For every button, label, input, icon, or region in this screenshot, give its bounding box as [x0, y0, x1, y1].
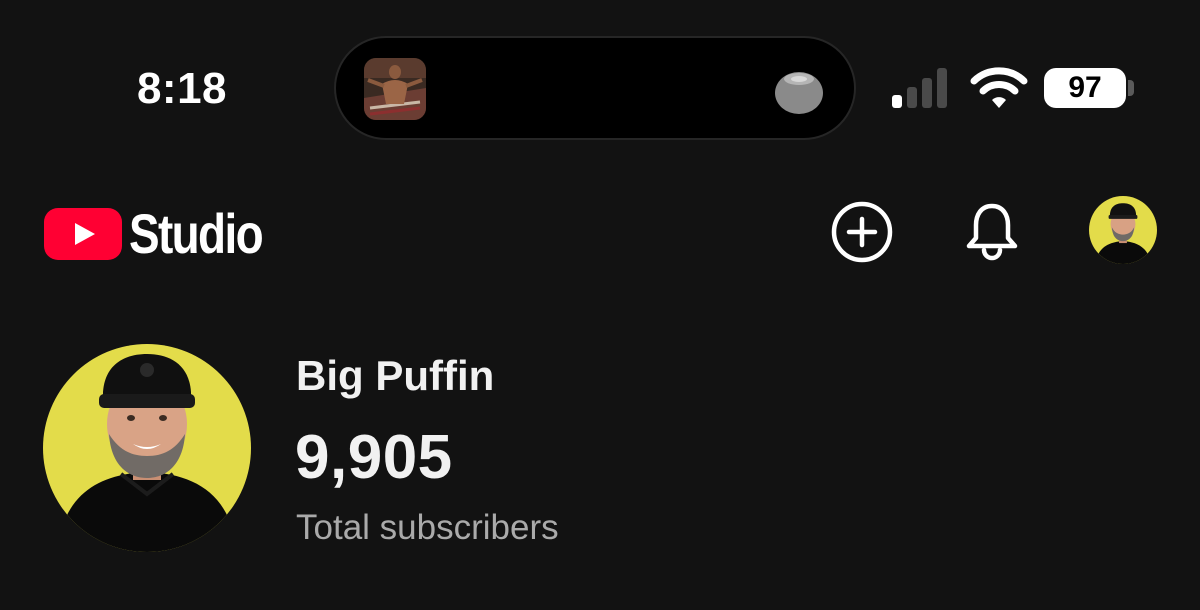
studio-logo[interactable]: Studio: [44, 204, 291, 264]
avatar-image: [1089, 196, 1157, 264]
status-time: 8:18: [136, 64, 228, 113]
cellular-signal-icon: [892, 68, 952, 108]
signal-bar-3: [922, 78, 932, 108]
dynamic-island[interactable]: [334, 36, 856, 140]
wifi-icon: [970, 66, 1028, 110]
logo-text: Studio: [129, 202, 264, 265]
signal-bar-2: [907, 87, 917, 108]
channel-avatar[interactable]: [43, 344, 251, 552]
notifications-button[interactable]: [958, 198, 1026, 266]
homepod-mini-icon: [774, 66, 824, 116]
account-avatar[interactable]: [1089, 196, 1157, 264]
signal-bar-1: [892, 95, 902, 108]
battery-indicator: 97: [1044, 68, 1126, 108]
signal-bar-4: [937, 68, 947, 108]
youtube-studio-screen: 8:18 97 Studio Big Puffin 9,905 Total su…: [0, 0, 1200, 610]
youtube-play-icon: [44, 208, 122, 260]
subscriber-count: 9,905: [295, 423, 453, 492]
battery-cap: [1128, 80, 1134, 96]
channel-name: Big Puffin: [296, 352, 495, 399]
now-playing-artwork[interactable]: [364, 58, 426, 120]
channel-avatar-image: [43, 344, 251, 552]
plus-circle-icon: [831, 201, 893, 263]
subscriber-label: Total subscribers: [296, 508, 559, 547]
create-button[interactable]: [828, 198, 896, 266]
bell-icon: [966, 203, 1018, 261]
